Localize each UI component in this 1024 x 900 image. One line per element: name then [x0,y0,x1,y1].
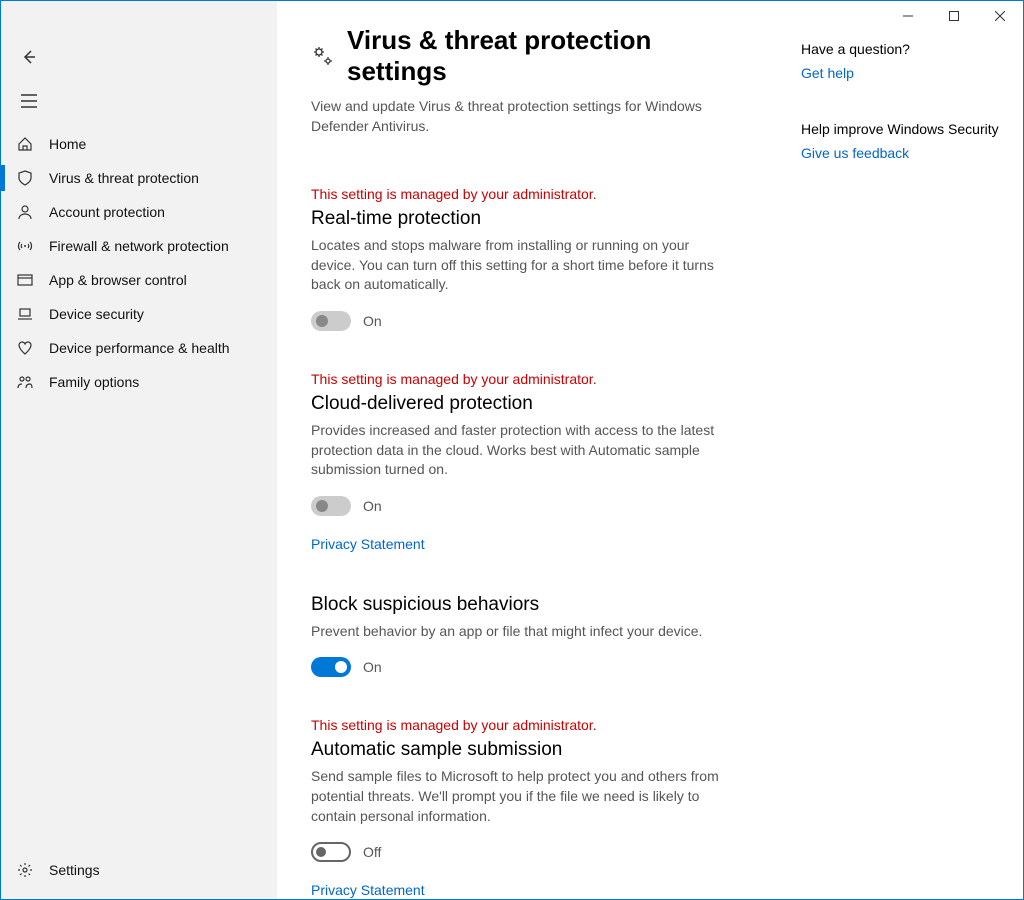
family-icon [15,372,35,392]
sidebar-item-label: Device performance & health [49,340,230,356]
toggle-sample [311,842,351,862]
sidebar-item-settings[interactable]: Settings [1,853,277,887]
sidebar-item-performance[interactable]: Device performance & health [1,331,277,365]
section-realtime: This setting is managed by your administ… [311,186,741,331]
gear-icon [15,860,35,880]
page-title: Virus & threat protection settings [311,25,741,87]
section-desc: Locates and stops malware from installin… [311,236,731,295]
toggle-label: Off [363,844,381,860]
sidebar-item-label: App & browser control [49,272,187,288]
toggle-label: On [363,498,382,514]
window-icon [15,270,35,290]
sidebar-item-app[interactable]: App & browser control [1,263,277,297]
antenna-icon [15,236,35,256]
toggle-label: On [363,659,382,675]
section-title: Cloud-delivered protection [311,393,741,415]
toggle-cloud [311,496,351,516]
close-button[interactable] [977,1,1023,31]
toggle-block[interactable] [311,657,351,677]
section-desc: Prevent behavior by an app or file that … [311,622,731,642]
sidebar-item-firewall[interactable]: Firewall & network protection [1,229,277,263]
admin-message: This setting is managed by your administ… [311,186,741,202]
section-sample: This setting is managed by your administ… [311,717,741,899]
minimize-button[interactable] [885,1,931,31]
privacy-link[interactable]: Privacy Statement [311,882,425,898]
sidebar-item-device[interactable]: Device security [1,297,277,331]
sidebar-item-label: Home [49,136,86,152]
back-button[interactable] [9,37,49,77]
toggle-label: On [363,313,382,329]
feedback-link[interactable]: Give us feedback [801,145,999,161]
get-help-link[interactable]: Get help [801,65,999,81]
sidebar-item-family[interactable]: Family options [1,365,277,399]
admin-message: This setting is managed by your administ… [311,371,741,387]
sidebar-item-label: Settings [49,862,100,878]
section-block: Block suspicious behaviors Prevent behav… [311,594,741,678]
sidebar-item-label: Firewall & network protection [49,238,229,254]
sidebar-item-label: Family options [49,374,139,390]
sidebar-item-virus[interactable]: Virus & threat protection [1,161,277,195]
home-icon [15,134,35,154]
privacy-link[interactable]: Privacy Statement [311,536,425,552]
question-heading: Have a question? [801,41,999,57]
sidebar-item-label: Device security [49,306,144,322]
section-desc: Send sample files to Microsoft to help p… [311,767,731,826]
page-subtitle: View and update Virus & threat protectio… [311,97,711,136]
hamburger-icon[interactable] [9,81,49,121]
sidebar-item-home[interactable]: Home [1,127,277,161]
section-title: Block suspicious behaviors [311,594,741,616]
person-icon [15,202,35,222]
section-desc: Provides increased and faster protection… [311,421,731,480]
feedback-heading: Help improve Windows Security [801,121,999,137]
heart-icon [15,338,35,358]
sidebar-item-label: Virus & threat protection [49,170,199,186]
section-title: Automatic sample submission [311,739,741,761]
sidebar-item-account[interactable]: Account protection [1,195,277,229]
laptop-icon [15,304,35,324]
toggle-realtime [311,311,351,331]
section-title: Real-time protection [311,208,741,230]
admin-message: This setting is managed by your administ… [311,717,741,733]
maximize-button[interactable] [931,1,977,31]
section-cloud: This setting is managed by your administ… [311,371,741,554]
shield-icon [15,168,35,188]
sidebar-item-label: Account protection [49,204,165,220]
settings-gears-icon [311,44,335,68]
